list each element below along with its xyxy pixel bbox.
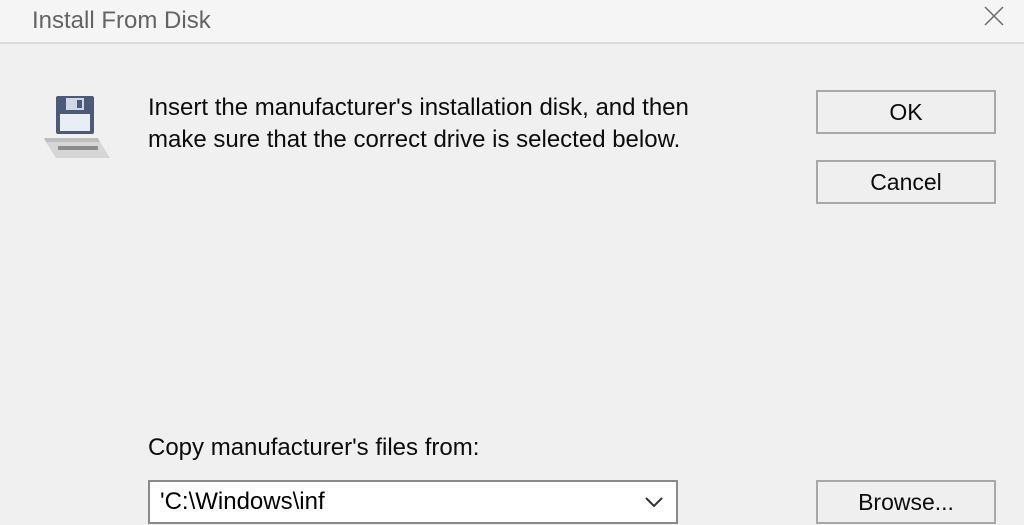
source-path-input[interactable]: [150, 482, 632, 522]
dialog-content: Insert the manufacturer's installation d…: [0, 44, 1024, 525]
chevron-down-icon[interactable]: [632, 482, 676, 522]
cancel-button[interactable]: Cancel: [816, 160, 996, 204]
close-icon[interactable]: [978, 1, 1010, 33]
window-title: Install From Disk: [32, 7, 211, 35]
source-path-combobox[interactable]: [148, 480, 678, 524]
ok-button[interactable]: OK: [816, 90, 996, 134]
copy-from-label: Copy manufacturer's files from:: [148, 434, 479, 462]
title-bar: Install From Disk: [0, 0, 1024, 44]
browse-button[interactable]: Browse...: [816, 480, 996, 524]
floppy-disk-icon: [44, 94, 112, 162]
instruction-text: Insert the manufacturer's installation d…: [148, 92, 708, 157]
